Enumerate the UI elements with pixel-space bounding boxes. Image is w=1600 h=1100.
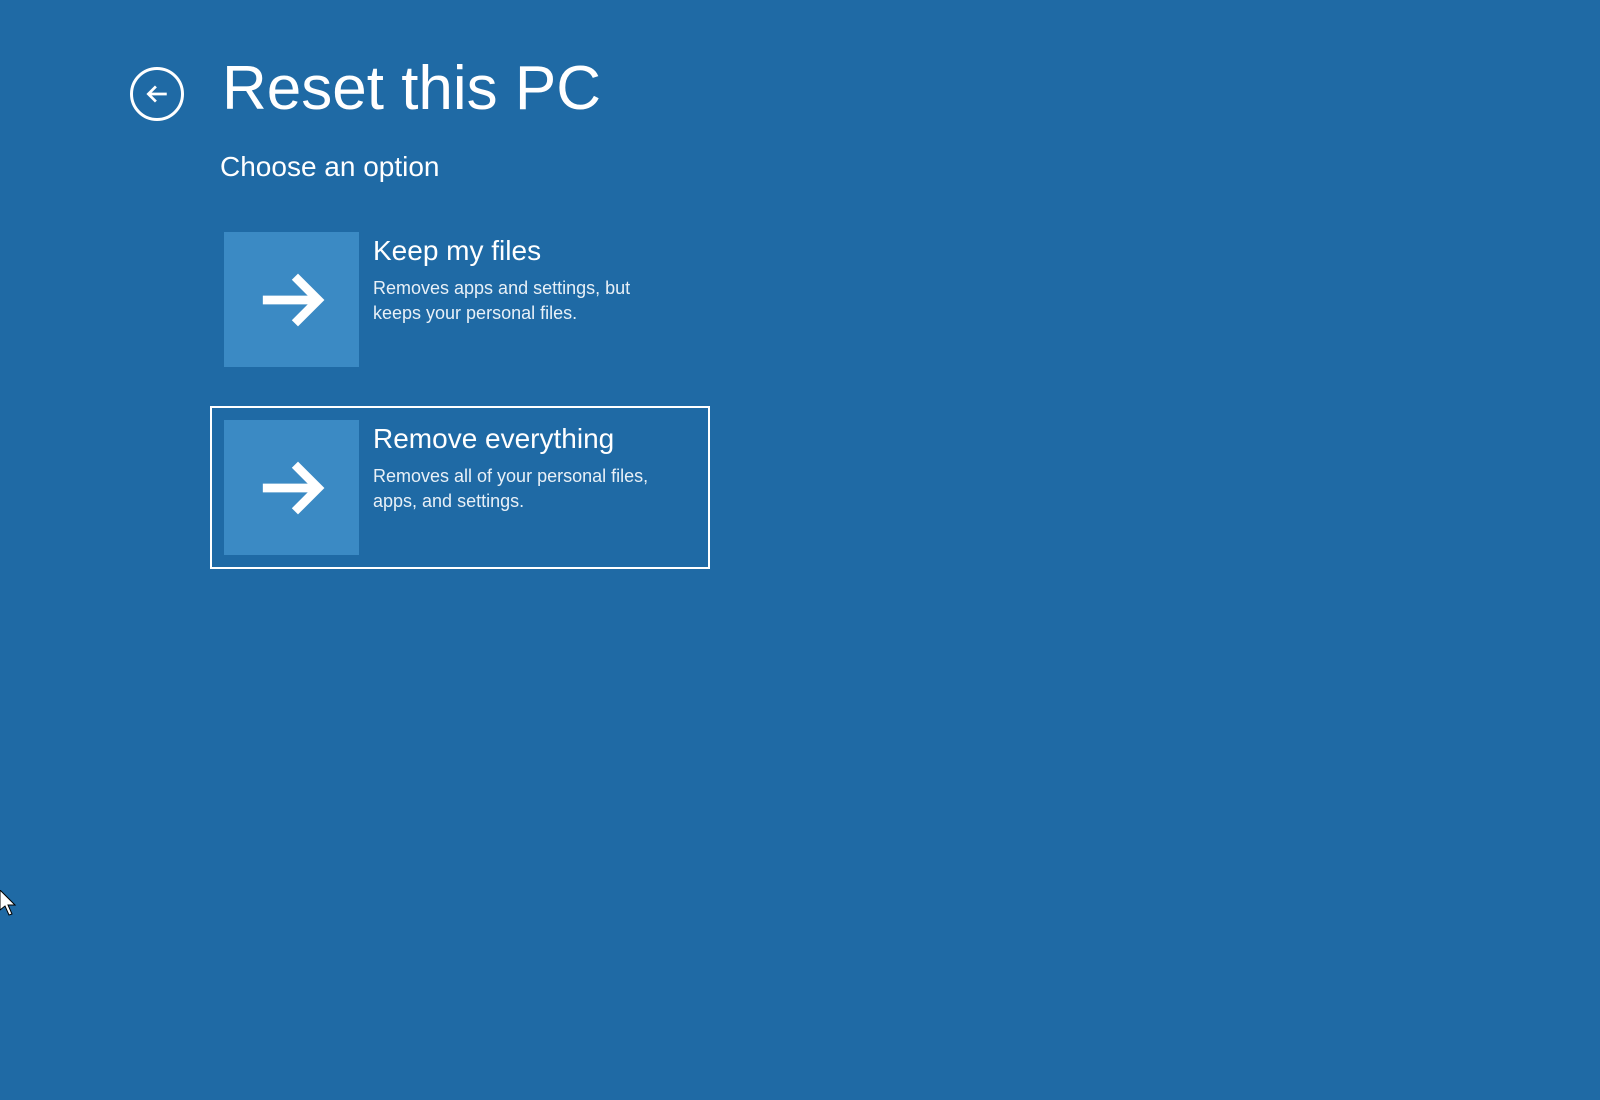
- arrow-right-icon: [257, 265, 327, 335]
- header-row: Reset this PC: [130, 55, 1600, 123]
- option-title: Keep my files: [373, 234, 696, 268]
- arrow-right-icon: [257, 453, 327, 523]
- page-subtitle: Choose an option: [220, 151, 1600, 183]
- option-description: Removes all of your personal files, apps…: [373, 464, 678, 514]
- mouse-cursor-icon: [0, 890, 20, 918]
- option-tile: [224, 232, 359, 367]
- option-body: Keep my files Removes apps and settings,…: [373, 232, 696, 326]
- option-description: Removes apps and settings, but keeps you…: [373, 276, 678, 326]
- option-remove-everything[interactable]: Remove everything Removes all of your pe…: [210, 406, 710, 569]
- page-title: Reset this PC: [222, 55, 601, 123]
- option-keep-my-files[interactable]: Keep my files Removes apps and settings,…: [210, 218, 710, 381]
- reset-pc-screen: Reset this PC Choose an option Keep my f…: [0, 0, 1600, 569]
- option-tile: [224, 420, 359, 555]
- back-arrow-icon: [144, 81, 170, 107]
- back-button[interactable]: [130, 67, 184, 121]
- option-body: Remove everything Removes all of your pe…: [373, 420, 696, 514]
- option-title: Remove everything: [373, 422, 696, 456]
